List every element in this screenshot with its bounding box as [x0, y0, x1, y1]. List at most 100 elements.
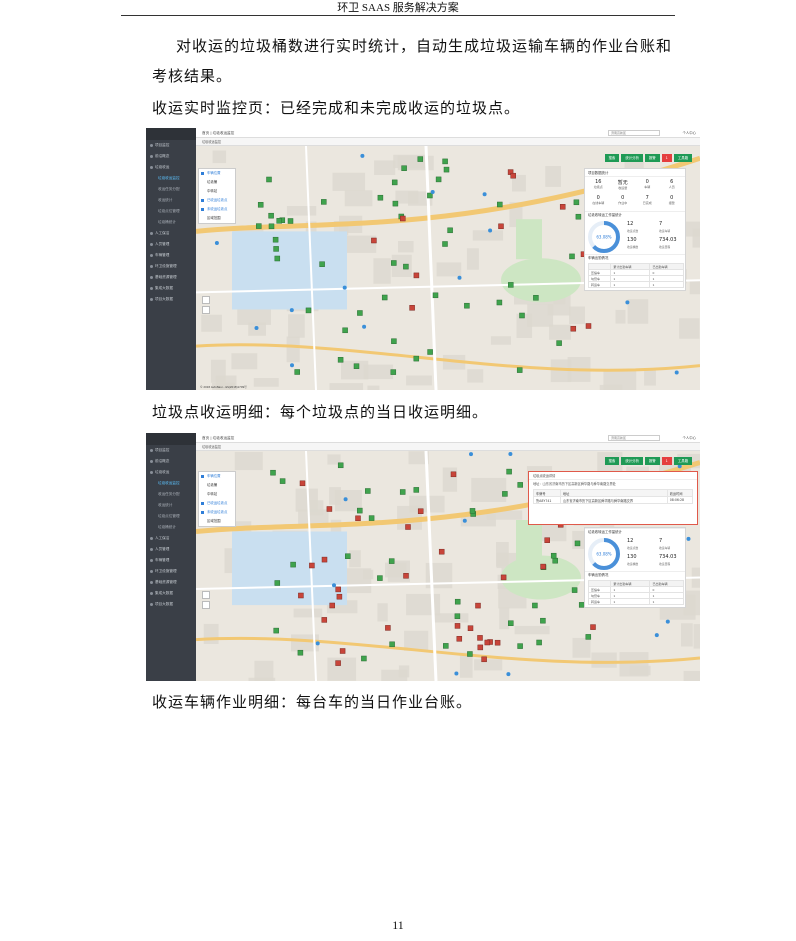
toolbar-button[interactable]: 工具箱 — [673, 154, 692, 162]
zoom-in-button[interactable] — [202, 296, 210, 304]
stat-value: 暂无 — [617, 180, 628, 186]
sidebar-item[interactable]: 集成大数据 — [146, 588, 196, 599]
zoom-in-button[interactable] — [202, 591, 210, 599]
tab-garbage-monitor[interactable]: 垃圾收运监控 — [202, 140, 221, 144]
tab-garbage-monitor[interactable]: 垃圾收运监控 — [202, 445, 221, 449]
table-row[interactable]: 转运车 1 1 — [587, 281, 684, 288]
toolbar-button[interactable]: 统计分析 — [621, 154, 643, 162]
detail-col-plate: 车牌号 — [533, 489, 561, 497]
table-row[interactable]: 转运车 1 1 — [587, 598, 684, 605]
sidebar-item[interactable]: 人工保洁 — [146, 533, 196, 544]
topbar: 首页 | 垃圾收运监控 济南高新区 个人中心 — [196, 433, 700, 443]
sidebar-item[interactable]: 基础资源管理 — [146, 577, 196, 588]
sidebar-item[interactable]: 人员管理 — [146, 239, 196, 250]
legend-item[interactable]: 车辆位置 — [199, 472, 235, 481]
sidebar-item[interactable]: 基础资源管理 — [146, 272, 196, 283]
legend-item[interactable]: 未收运垃圾点 — [199, 205, 235, 214]
sidebar-item[interactable]: 收运统计 — [146, 195, 196, 206]
search-input[interactable]: 济南高新区 — [608, 435, 660, 441]
sidebar-item[interactable]: 集成大数据 — [146, 283, 196, 294]
sidebar-item[interactable]: 环卫设施管理 — [146, 566, 196, 577]
breadcrumb[interactable]: 首页 | 垃圾收运监控 — [202, 131, 234, 135]
sidebar-item[interactable]: 收运统计 — [146, 500, 196, 511]
page-number: 11 — [392, 918, 404, 932]
map-legend: 车辆位置垃圾桶 中转站 已收运垃圾点 未收运垃圾点 区域范围 — [198, 471, 236, 527]
checkbox-icon[interactable] — [201, 172, 204, 175]
legend-label: 车辆位置 — [207, 474, 221, 478]
stat-cell: 0 车辆 — [636, 179, 659, 193]
sidebar: 项目监控 前沿概念 垃圾收运 垃圾收运监控 收运任务分配 收运统计 垃圾点位管理 垃圾桶统计人… — [146, 433, 196, 681]
tab-bar: 垃圾收运监控 — [196, 138, 700, 146]
kpi-value: 734.03 — [659, 237, 677, 243]
alert-count-badge[interactable]: 1 — [661, 457, 672, 465]
sidebar-item[interactable]: 收运任务分配 — [146, 489, 196, 500]
legend-label: 未收运垃圾点 — [207, 207, 228, 211]
sidebar-item[interactable]: 垃圾点位管理 — [146, 206, 196, 217]
map-toolbar: 搜索 统计分析 报警 1 工具箱 — [604, 457, 692, 465]
toolbar-button[interactable]: 报警 — [644, 154, 660, 162]
caption-point-detail: 垃圾点收运明细：每个垃圾点的当日收运明细。 — [152, 403, 489, 421]
sidebar-item[interactable]: 收运任务分配 — [146, 184, 196, 195]
zoom-control[interactable] — [202, 296, 210, 316]
sidebar-item[interactable]: 垃圾桶统计 — [146, 522, 196, 533]
legend-item[interactable]: 中转站 — [199, 187, 235, 196]
legend-item[interactable]: 区域范围 — [199, 517, 235, 526]
transfer-title: 垃圾收转运工作量统计 — [585, 528, 685, 535]
sidebar-item[interactable]: 项目大数据 — [146, 294, 196, 305]
sidebar-item[interactable]: 垃圾收运监控 — [146, 173, 196, 184]
vehicle-table: 累计出勤车辆 已出勤车辆 压缩车 1 0 勾臂车 1 1 转运车 1 1 — [587, 263, 684, 288]
detail-plate: 鲁A8Y741 — [533, 496, 561, 504]
sidebar-item[interactable]: 车辆管理 — [146, 555, 196, 566]
legend-item[interactable]: 垃圾桶 — [199, 178, 235, 187]
legend-item[interactable]: 已收运垃圾点 — [199, 196, 235, 205]
table-row[interactable]: 鲁A8Y741 山东省济南市历下区高新区舜华路与舜华南路交界 08:06:28 — [533, 496, 694, 504]
zoom-control[interactable] — [202, 591, 210, 611]
toolbar-button[interactable]: 工具箱 — [673, 457, 692, 465]
toolbar-button[interactable]: 报警 — [644, 457, 660, 465]
detail-col-address: 地址 — [559, 489, 668, 497]
sidebar-item[interactable]: 环卫设施管理 — [146, 261, 196, 272]
sidebar-item[interactable]: 前沿概念 — [146, 151, 196, 162]
breadcrumb[interactable]: 首页 | 垃圾收运监控 — [202, 436, 234, 440]
sidebar-item[interactable]: 车辆管理 — [146, 250, 196, 261]
detail-time: 08:06:28 — [666, 496, 694, 504]
stat-label: 人员 — [668, 185, 675, 189]
legend-item[interactable]: 车辆位置 — [199, 169, 235, 178]
sidebar-item[interactable]: 垃圾桶统计 — [146, 217, 196, 228]
zoom-out-button[interactable] — [202, 601, 210, 609]
detail-table: 车牌号 地址 收运时间 鲁A8Y741 山东省济南市历下区高新区舜华路与舜华南路… — [533, 489, 694, 504]
alert-count-badge[interactable]: 1 — [661, 154, 672, 162]
table-cell: 转运车 — [587, 598, 612, 605]
toolbar-button[interactable]: 搜索 — [604, 457, 620, 465]
legend-item[interactable]: 已收运垃圾点 — [199, 499, 235, 508]
toolbar-button[interactable]: 搜索 — [604, 154, 620, 162]
sidebar-item[interactable]: 垃圾收运 — [146, 162, 196, 173]
panel-title: 项目数据统计 — [585, 169, 685, 177]
checkbox-icon[interactable] — [201, 475, 204, 478]
kpi-label: 收运桶数 — [627, 562, 639, 566]
user-menu[interactable]: 个人中心 — [682, 433, 696, 443]
ring-percent: 63.08% — [596, 552, 611, 557]
stat-cell: 16 垃圾点 — [587, 179, 610, 193]
checkbox-icon[interactable] — [201, 208, 204, 211]
sidebar-item[interactable]: 项目监控 — [146, 445, 196, 456]
zoom-out-button[interactable] — [202, 306, 210, 314]
sidebar-item[interactable]: 项目大数据 — [146, 599, 196, 610]
sidebar-item[interactable]: 垃圾点位管理 — [146, 511, 196, 522]
user-menu[interactable]: 个人中心 — [682, 128, 696, 138]
checkbox-icon[interactable] — [201, 511, 204, 514]
checkbox-icon[interactable] — [201, 502, 204, 505]
sidebar-item[interactable]: 人员管理 — [146, 544, 196, 555]
search-input[interactable]: 济南高新区 — [608, 130, 660, 136]
sidebar-item[interactable]: 项目监控 — [146, 140, 196, 151]
legend-item[interactable]: 未收运垃圾点 — [199, 508, 235, 517]
toolbar-button[interactable]: 统计分析 — [621, 457, 643, 465]
sidebar-item[interactable]: 垃圾收运监控 — [146, 478, 196, 489]
sidebar-item[interactable]: 垃圾收运 — [146, 467, 196, 478]
legend-item[interactable]: 中转站 — [199, 490, 235, 499]
checkbox-icon[interactable] — [201, 199, 204, 202]
legend-item[interactable]: 区域范围 — [199, 214, 235, 223]
legend-item[interactable]: 垃圾桶 — [199, 481, 235, 490]
sidebar-item[interactable]: 人工保洁 — [146, 228, 196, 239]
sidebar-item[interactable]: 前沿概念 — [146, 456, 196, 467]
